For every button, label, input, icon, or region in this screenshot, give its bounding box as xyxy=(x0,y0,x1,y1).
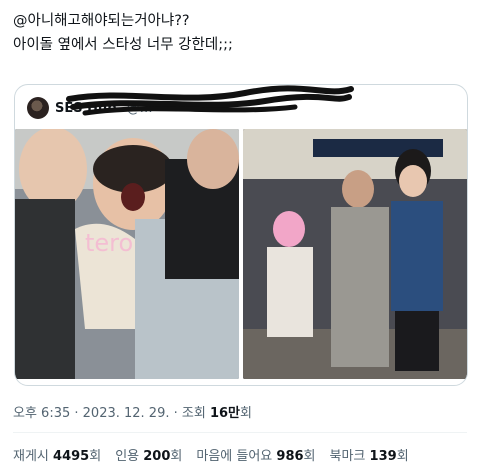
retweets-stat[interactable]: 재게시 4495회 xyxy=(13,445,101,464)
views-unit: 회 xyxy=(240,406,252,421)
tweet-meta: 오후 6:35 · 2023. 12. 29. · 조회 16만회 xyxy=(13,406,252,421)
photo-left[interactable]: tero xyxy=(15,129,239,379)
divider xyxy=(13,432,467,433)
bookmarks-stat[interactable]: 북마크 139회 xyxy=(330,445,409,464)
redaction-scribble xyxy=(66,85,354,116)
tweet-line-1: @아니해고해야되는거아냐?? xyxy=(13,13,190,29)
views-label: 조회 xyxy=(181,406,206,421)
quoted-tweet-card[interactable]: SES Hub @… tero xyxy=(14,84,468,386)
tweet-time[interactable]: 오후 6:35 xyxy=(13,406,70,421)
avatar[interactable] xyxy=(27,97,49,119)
quotes-stat[interactable]: 인용 200회 xyxy=(115,445,182,464)
photo-right[interactable] xyxy=(243,129,467,379)
likes-stat[interactable]: 마음에 들어요 986회 xyxy=(196,445,315,464)
photo-watermark: tero xyxy=(85,229,133,257)
engagement-stats: 재게시 4495회 인용 200회 마음에 들어요 986회 북마크 139회 xyxy=(13,445,409,464)
views-count: 16만 xyxy=(209,406,241,421)
tweet-text: @아니해고해야되는거아냐?? 아이돌 옆에서 스타성 너무 강한데;;; xyxy=(13,9,233,57)
crowd-photo: tero xyxy=(15,129,239,379)
tweet-line-2: 아이돌 옆에서 스타성 너무 강한데;;; xyxy=(13,37,233,53)
tweet-date[interactable]: 2023. 12. 29. xyxy=(83,406,170,421)
airport-photo xyxy=(243,129,467,379)
